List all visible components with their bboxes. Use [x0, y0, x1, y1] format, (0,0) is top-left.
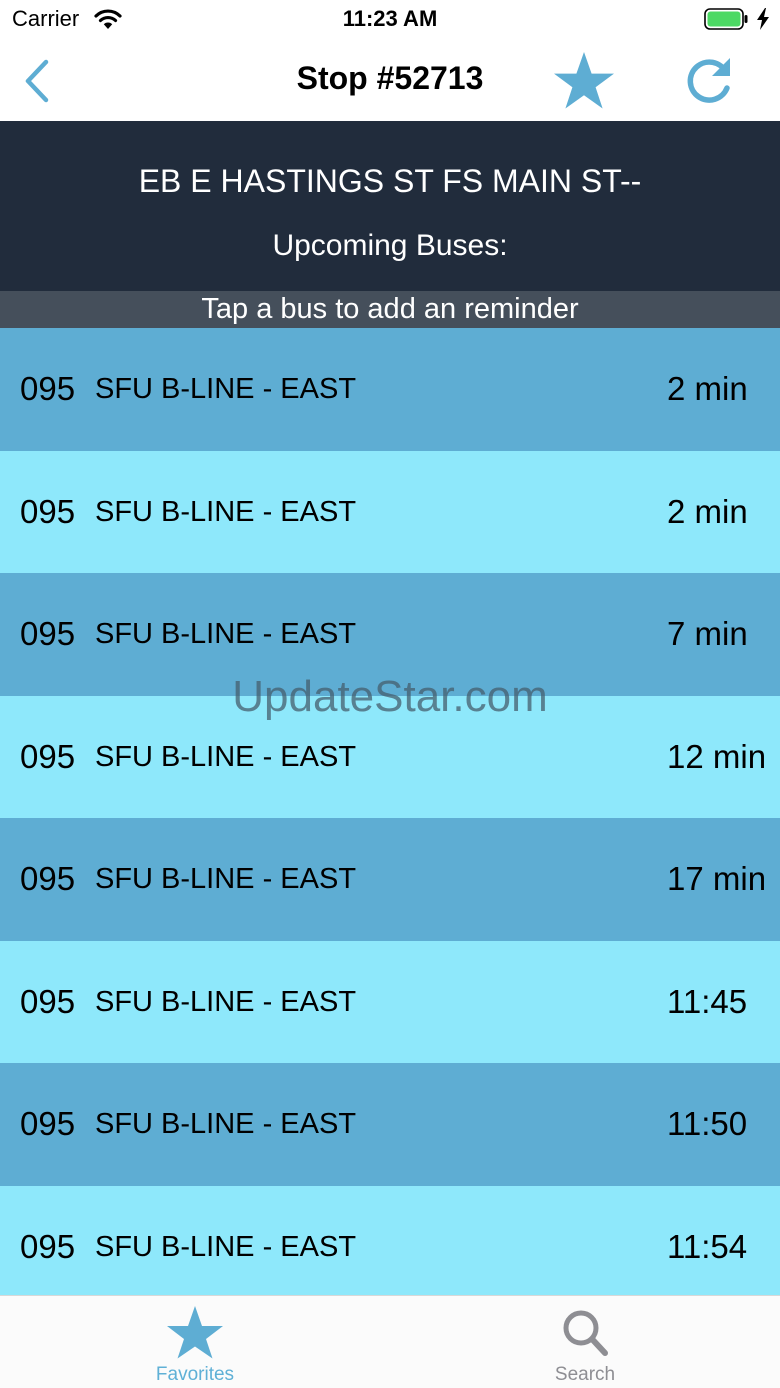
- route-destination: SFU B-LINE - EAST: [95, 1230, 357, 1263]
- route-number: 095: [20, 615, 76, 652]
- route-number: 095: [20, 982, 76, 1020]
- bus-row[interactable]: 095 SFU B-LINE - EAST 11:54: [0, 1185, 780, 1295]
- navigation-bar: Stop #52713: [0, 40, 780, 121]
- route-number: 095: [20, 860, 76, 897]
- tab-bar: Favorites Search: [0, 1295, 780, 1388]
- bus-row[interactable]: 095 SFU B-LINE - EAST 12 min: [0, 695, 780, 818]
- bus-list: 095 SFU B-LINE - EAST 2 min 095 SFU B-LI…: [0, 328, 780, 1295]
- tab-favorites-label: Favorites: [155, 1364, 235, 1385]
- refresh-button[interactable]: [680, 52, 738, 110]
- star-icon: [554, 52, 614, 109]
- tab-favorites[interactable]: Favorites: [0, 1296, 390, 1388]
- refresh-icon: [687, 58, 730, 103]
- bus-row[interactable]: 095 SFU B-LINE - EAST 2 min: [0, 328, 780, 451]
- bus-row[interactable]: 095 SFU B-LINE - EAST 17 min: [0, 818, 780, 941]
- bus-row[interactable]: 095 SFU B-LINE - EAST 11:45: [0, 940, 780, 1063]
- arrival-time: 11:45: [667, 982, 748, 1020]
- route-number: 095: [20, 1227, 76, 1265]
- back-button[interactable]: [18, 56, 58, 106]
- favorite-button[interactable]: [552, 50, 616, 110]
- arrival-time: 11:54: [667, 1227, 748, 1265]
- star-icon: [167, 1306, 223, 1359]
- tab-search-label: Search: [554, 1364, 616, 1385]
- arrival-time: 17 min: [667, 860, 767, 897]
- tab-search[interactable]: Search: [390, 1296, 780, 1388]
- carrier-label: Carrier: [12, 6, 80, 31]
- route-number: 095: [20, 1105, 76, 1142]
- route-destination: SFU B-LINE - EAST: [95, 373, 357, 405]
- route-number: 095: [20, 737, 76, 775]
- charging-bolt-icon: [757, 8, 769, 30]
- stop-name: EB E HASTINGS ST FS MAIN ST--: [138, 163, 642, 199]
- route-destination: SFU B-LINE - EAST: [95, 495, 357, 528]
- bus-row[interactable]: 095 SFU B-LINE - EAST 2 min: [0, 450, 780, 573]
- route-destination: SFU B-LINE - EAST: [95, 985, 357, 1018]
- battery-icon: [704, 8, 748, 30]
- status-bar: Carrier 11:23 AM: [0, 0, 780, 40]
- wifi-icon: [94, 9, 122, 29]
- route-destination: SFU B-LINE - EAST: [95, 1108, 357, 1140]
- bus-row[interactable]: 095 SFU B-LINE - EAST 11:50: [0, 1063, 780, 1186]
- bus-row[interactable]: 095 SFU B-LINE - EAST 7 min: [0, 573, 780, 696]
- arrival-time: 12 min: [667, 737, 767, 775]
- arrival-time: 7 min: [667, 615, 748, 652]
- route-number: 095: [20, 370, 76, 407]
- page-title: Stop #52713: [296, 60, 484, 96]
- search-icon: [563, 1310, 608, 1356]
- stop-header: EB E HASTINGS ST FS MAIN ST-- Upcoming B…: [0, 121, 780, 291]
- arrival-time: 2 min: [667, 492, 748, 530]
- route-destination: SFU B-LINE - EAST: [95, 863, 357, 895]
- route-destination: SFU B-LINE - EAST: [95, 618, 357, 650]
- chevron-left-icon: [25, 59, 49, 103]
- route-destination: SFU B-LINE - EAST: [95, 740, 357, 773]
- upcoming-buses-label: Upcoming Buses:: [272, 229, 508, 262]
- route-number: 095: [20, 492, 76, 530]
- arrival-time: 11:50: [667, 1105, 748, 1142]
- reminder-hint: Tap a bus to add an reminder: [0, 291, 780, 328]
- arrival-time: 2 min: [667, 370, 748, 407]
